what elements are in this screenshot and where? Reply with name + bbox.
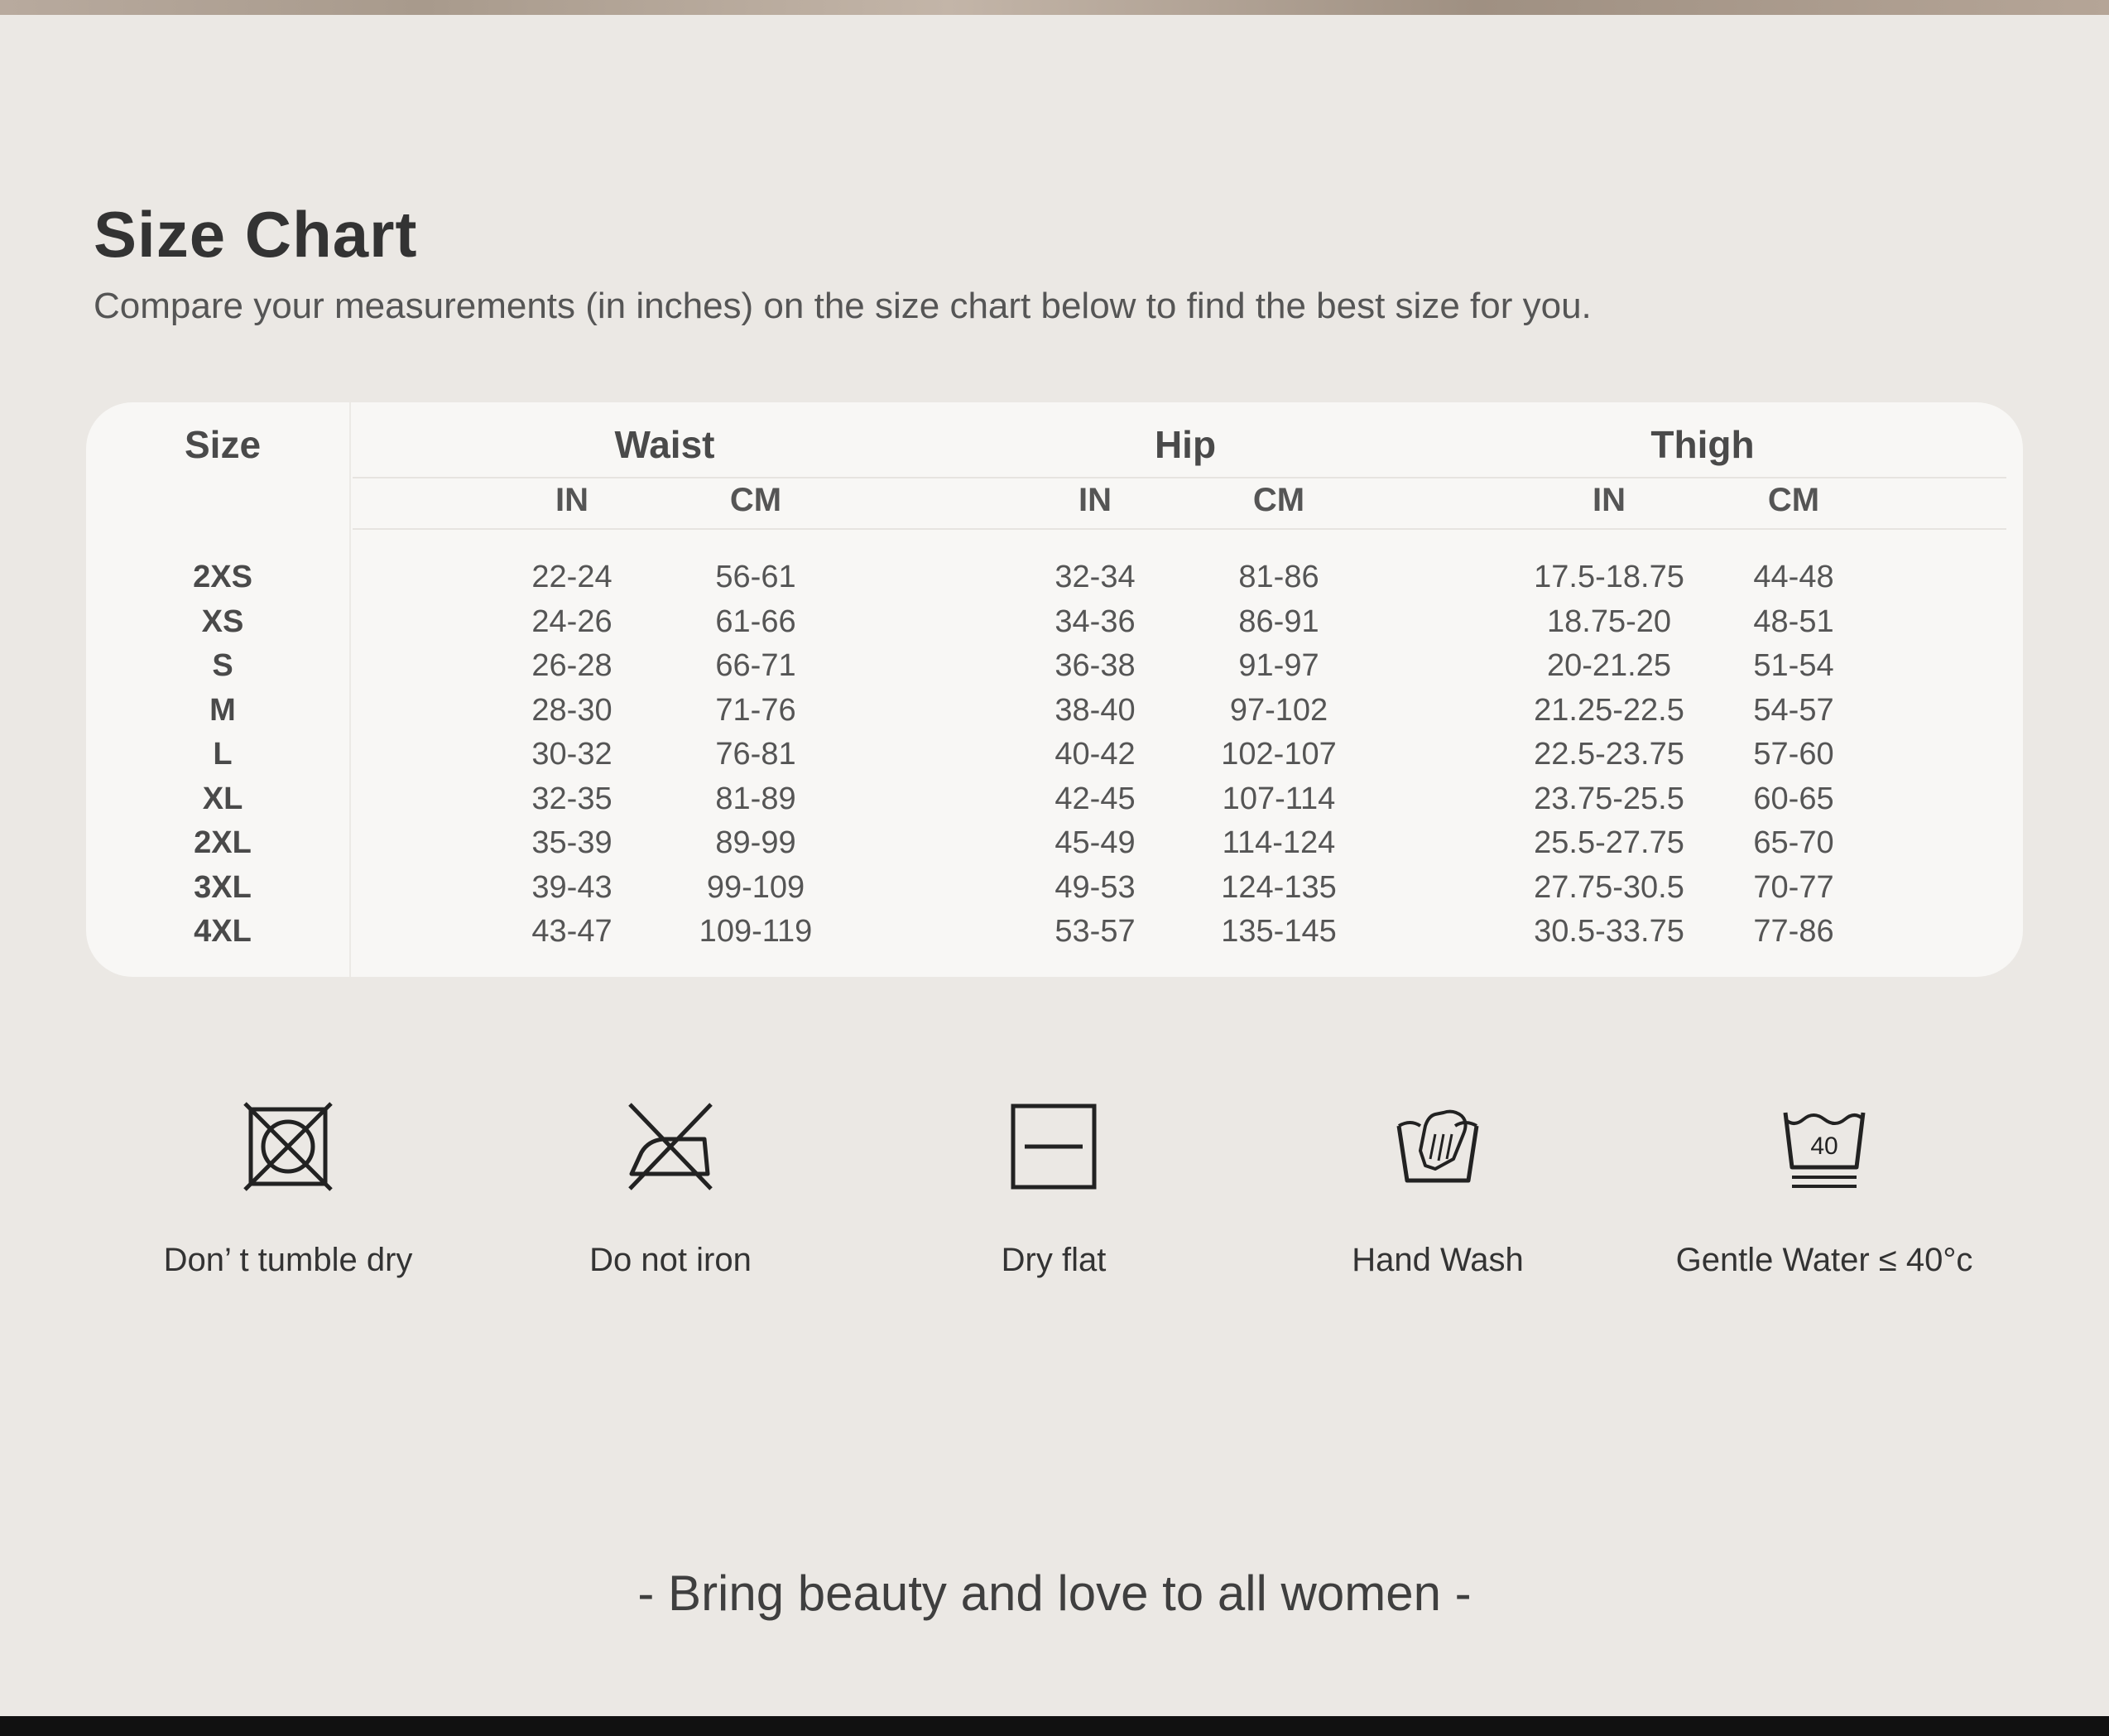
unit-header-divider — [353, 528, 2006, 530]
care-item-hand-wash: Hand Wash — [1247, 1101, 1628, 1316]
size-label: M — [209, 692, 236, 728]
table-cell: 34-36 — [1054, 604, 1136, 639]
hip-header: Hip — [1154, 423, 1217, 466]
size-label: XS — [201, 604, 244, 639]
wash-40-icon: 40 — [1783, 1112, 1866, 1188]
care-item-no-tumble-dry: Don’ t tumble dry — [98, 1101, 478, 1316]
table-cell: 97-102 — [1229, 692, 1328, 728]
table-cell: 91-97 — [1238, 648, 1319, 683]
dry-flat-icon — [1011, 1104, 1097, 1190]
table-cell: 77-86 — [1753, 914, 1834, 949]
table-cell: 32-34 — [1054, 560, 1136, 594]
thigh-in-header: IN — [1593, 482, 1626, 518]
table-cell: 32-35 — [531, 781, 613, 816]
table-cell: 43-47 — [531, 914, 613, 949]
table-cell: 56-61 — [715, 560, 796, 594]
table-cell: 81-89 — [715, 781, 796, 816]
table-cell: 107-114 — [1222, 781, 1336, 816]
care-label-hand-wash: Hand Wash — [1352, 1242, 1524, 1278]
table-cell: 60-65 — [1753, 781, 1834, 816]
table-cell: 124-135 — [1221, 869, 1337, 905]
size-label: 2XS — [193, 560, 252, 594]
table-cell: 45-49 — [1054, 825, 1136, 860]
table-cell: 27.75-30.5 — [1534, 869, 1684, 905]
table-cell: 48-51 — [1753, 604, 1834, 639]
table-cell: 24-26 — [531, 604, 613, 639]
table-cell: 18.75-20 — [1546, 604, 1672, 639]
size-label: 4XL — [194, 914, 252, 949]
table-cell: 66-71 — [715, 648, 796, 683]
waist-header: Waist — [614, 423, 715, 466]
table-cell: 70-77 — [1753, 869, 1834, 905]
care-item-wash-40: 40 Gentle Water ≤ 40°c — [1634, 1101, 2015, 1316]
hip-cm-header: CM — [1252, 482, 1305, 518]
size-chart-table: Size Waist Hip Thigh IN CM IN CM IN CM 2… — [86, 402, 2023, 977]
table-cell: 76-81 — [715, 737, 796, 772]
table-cell: 21.25-22.5 — [1534, 692, 1684, 728]
table-cell: 39-43 — [531, 869, 613, 905]
bottom-bar — [0, 1716, 2109, 1736]
table-cell: 99-109 — [706, 869, 805, 905]
top-image-strip — [0, 0, 2109, 15]
size-column-header: Size — [184, 423, 262, 466]
thigh-cm-header: CM — [1767, 482, 1820, 518]
table-cell: 53-57 — [1054, 914, 1136, 949]
table-cell: 28-30 — [531, 692, 613, 728]
page-title: Size Chart — [94, 198, 418, 271]
thigh-header: Thigh — [1650, 423, 1755, 466]
wash-temperature: 40 — [1810, 1132, 1838, 1160]
table-cell: 25.5-27.75 — [1534, 825, 1684, 860]
table-cell: 51-54 — [1753, 648, 1834, 683]
table-cell: 89-99 — [715, 825, 796, 860]
do-not-iron-icon — [628, 1103, 713, 1190]
table-cell: 44-48 — [1753, 560, 1834, 594]
table-cell: 109-119 — [699, 914, 813, 949]
tagline: - Bring beauty and love to all women - — [637, 1565, 1472, 1621]
table-cell: 54-57 — [1753, 692, 1834, 728]
table-cell: 36-38 — [1054, 648, 1136, 683]
table-cell: 57-60 — [1753, 737, 1834, 772]
care-item-dry-flat: Dry flat — [863, 1101, 1244, 1316]
table-cell: 114-124 — [1222, 825, 1336, 860]
size-label: 2XL — [194, 825, 252, 860]
page-subtitle: Compare your measurements (in inches) on… — [94, 286, 1592, 326]
hip-in-header: IN — [1079, 482, 1112, 518]
table-cell: 102-107 — [1221, 737, 1337, 772]
size-label: XL — [202, 781, 243, 816]
table-cell: 38-40 — [1054, 692, 1136, 728]
care-label-dry-flat: Dry flat — [1001, 1242, 1107, 1278]
group-header-divider — [353, 477, 2006, 478]
size-label: 3XL — [194, 869, 252, 905]
table-cell: 61-66 — [715, 604, 796, 639]
care-label-no-tumble-dry: Don’ t tumble dry — [163, 1242, 413, 1278]
table-cell: 65-70 — [1753, 825, 1834, 860]
table-cell: 23.75-25.5 — [1534, 781, 1684, 816]
waist-in-header: IN — [555, 482, 589, 518]
table-cell: 30-32 — [531, 737, 613, 772]
table-cell: 22.5-23.75 — [1534, 737, 1684, 772]
care-item-do-not-iron: Do not iron — [480, 1101, 861, 1316]
care-label-wash-40: Gentle Water ≤ 40°c — [1675, 1242, 1973, 1278]
table-cell: 30.5-33.75 — [1534, 914, 1684, 949]
table-cell: 26-28 — [531, 648, 613, 683]
table-cell: 71-76 — [715, 692, 796, 728]
no-tumble-dry-icon — [243, 1102, 333, 1191]
table-cell: 35-39 — [531, 825, 613, 860]
hand-wash-icon — [1396, 1109, 1479, 1183]
table-cell: 40-42 — [1054, 737, 1136, 772]
table-cell: 81-86 — [1238, 560, 1319, 594]
table-cell: 17.5-18.75 — [1534, 560, 1684, 594]
size-column-divider — [349, 402, 351, 977]
table-cell: 86-91 — [1238, 604, 1319, 639]
table-cell: 20-21.25 — [1546, 648, 1672, 683]
table-cell: 135-145 — [1221, 914, 1337, 949]
waist-cm-header: CM — [729, 482, 782, 518]
size-label: L — [213, 737, 233, 772]
table-cell: 22-24 — [531, 560, 613, 594]
table-cell: 42-45 — [1054, 781, 1136, 816]
table-cell: 49-53 — [1054, 869, 1136, 905]
size-label: S — [212, 648, 233, 683]
care-label-do-not-iron: Do not iron — [589, 1242, 752, 1278]
